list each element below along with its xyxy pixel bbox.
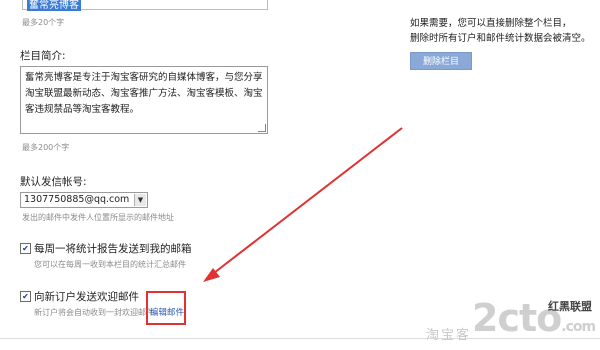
watermark-brand: 红黑联盟 xyxy=(548,300,592,313)
watermark-left-text: 淘宝客 xyxy=(426,328,472,343)
watermark-logo-suffix: .com xyxy=(561,319,596,335)
